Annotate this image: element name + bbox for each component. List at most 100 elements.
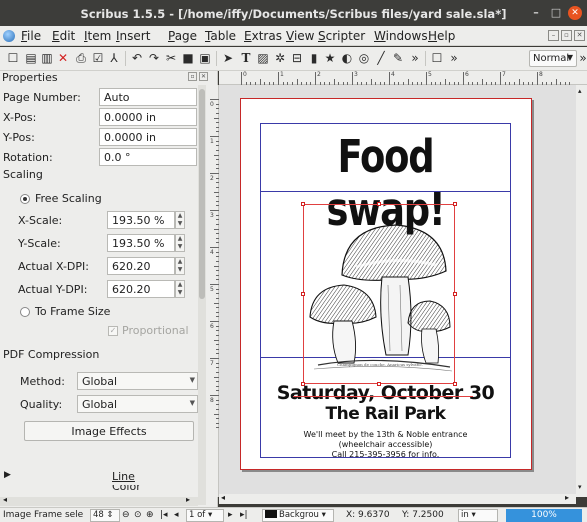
menu-scripter[interactable]: Scripter bbox=[318, 29, 365, 43]
maximize-button[interactable]: □ bbox=[549, 6, 563, 20]
select-tool-icon[interactable]: ➤ bbox=[221, 51, 235, 65]
cut-icon[interactable]: ✂ bbox=[164, 51, 178, 65]
free-scaling-radio[interactable] bbox=[20, 194, 30, 204]
mdi-minimize-icon[interactable]: – bbox=[548, 30, 559, 41]
menu-file[interactable]: File bbox=[21, 29, 41, 43]
resize-handle[interactable] bbox=[377, 202, 381, 206]
menu-item[interactable]: Item bbox=[84, 29, 111, 43]
quality-select[interactable]: Global ▼ bbox=[77, 395, 198, 413]
actual-x-dpi-field[interactable]: 620.20 bbox=[107, 257, 175, 275]
copy-icon[interactable]: ■ bbox=[181, 51, 195, 65]
actual-x-dpi-stepper[interactable]: ▲ ▼ bbox=[175, 257, 185, 275]
method-select[interactable]: Global ▼ bbox=[77, 372, 198, 390]
layer-select[interactable]: Backgrou ▾ bbox=[262, 509, 334, 522]
scroll-up-icon[interactable]: ▴ bbox=[578, 87, 582, 95]
scrollbar-thumb[interactable] bbox=[199, 89, 205, 299]
unit-select[interactable]: in ▾ bbox=[458, 509, 498, 522]
canvas-hscrollbar[interactable]: ◂ ▸ bbox=[219, 493, 576, 504]
scroll-right-icon[interactable]: ▸ bbox=[565, 493, 569, 502]
scroll-left-icon[interactable]: ◂ bbox=[3, 495, 7, 504]
export-pdf-icon[interactable]: ⅄ bbox=[107, 51, 121, 65]
properties-scrollbar[interactable] bbox=[198, 85, 206, 505]
table-icon[interactable]: ⊟ bbox=[290, 51, 304, 65]
toolbar-overflow-icon[interactable]: » bbox=[447, 51, 461, 65]
date-text-frame[interactable]: Saturday, October 30 bbox=[260, 382, 511, 404]
resize-handle[interactable] bbox=[453, 292, 457, 296]
y-scale-stepper[interactable]: ▲ ▼ bbox=[175, 234, 185, 252]
freehand-icon[interactable]: ✎ bbox=[391, 51, 405, 65]
y-scale-field[interactable]: 193.50 % bbox=[107, 234, 175, 252]
preview-icon[interactable]: ☐ bbox=[430, 51, 444, 65]
spiral-icon[interactable]: ◎ bbox=[357, 51, 371, 65]
details-text-frame[interactable]: We'll meet by the 13th & Noble entrance … bbox=[260, 430, 511, 460]
undo-icon[interactable]: ↶ bbox=[130, 51, 144, 65]
close-panel-icon[interactable]: ✕ bbox=[199, 72, 208, 81]
mdi-restore-icon[interactable]: ▫ bbox=[561, 30, 572, 41]
scroll-left-icon[interactable]: ◂ bbox=[221, 493, 225, 502]
page-number-field[interactable]: Auto bbox=[99, 88, 197, 106]
x-scale-field[interactable]: 193.50 % bbox=[107, 211, 175, 229]
open-document-icon[interactable]: ▤ bbox=[24, 51, 38, 65]
image-effects-button[interactable]: Image Effects bbox=[24, 421, 194, 441]
free-scaling-label[interactable]: Free Scaling bbox=[35, 192, 102, 205]
x-scale-stepper[interactable]: ▲ ▼ bbox=[175, 211, 185, 229]
print-icon[interactable]: ⎙ bbox=[74, 51, 88, 65]
y-pos-field[interactable]: 0.0000 in bbox=[99, 128, 197, 146]
mdi-close-icon[interactable]: ✕ bbox=[574, 30, 585, 41]
x-pos-field[interactable]: 0.0000 in bbox=[99, 108, 197, 126]
canvas-vscrollbar[interactable]: ▴ ▾ bbox=[576, 85, 587, 497]
zoom-level-field[interactable]: 100% bbox=[506, 509, 582, 522]
close-button[interactable]: ✕ bbox=[568, 6, 582, 20]
text-frame-icon[interactable]: T bbox=[239, 51, 253, 65]
resize-handle[interactable] bbox=[301, 202, 305, 206]
color-section-header[interactable]: Color bbox=[0, 485, 210, 497]
polygon-icon[interactable]: ★ bbox=[323, 51, 337, 65]
to-frame-size-radio[interactable] bbox=[20, 307, 30, 317]
zoom-step-field[interactable]: 48 ⇕ bbox=[90, 509, 120, 522]
menu-windows[interactable]: Windows bbox=[374, 29, 428, 43]
zoom-in-icon[interactable]: ⊕ bbox=[146, 510, 154, 520]
mushroom-image-frame[interactable] bbox=[301, 202, 457, 386]
last-page-icon[interactable]: ▸| bbox=[240, 510, 248, 520]
scroll-down-icon[interactable]: ▾ bbox=[578, 483, 582, 491]
scroll-right-icon[interactable]: ▸ bbox=[186, 495, 190, 504]
preflight-icon[interactable]: ☑ bbox=[91, 51, 105, 65]
close-document-icon[interactable]: ✕ bbox=[56, 51, 70, 65]
paste-icon[interactable]: ▣ bbox=[198, 51, 212, 65]
menu-extras[interactable]: Extras bbox=[244, 29, 282, 43]
new-document-icon[interactable]: ☐ bbox=[6, 51, 20, 65]
line-icon[interactable]: ╱ bbox=[374, 51, 388, 65]
menu-page[interactable]: Page bbox=[168, 29, 197, 43]
menu-insert[interactable]: Insert bbox=[116, 29, 150, 43]
redo-icon[interactable]: ↷ bbox=[147, 51, 161, 65]
document-page[interactable]: Food swap! Champignon de couche. Anaricu… bbox=[240, 98, 532, 470]
view-mode-select[interactable]: Normal ▼ bbox=[529, 50, 577, 67]
first-page-icon[interactable]: |◂ bbox=[160, 510, 168, 520]
shape-icon[interactable]: ▮ bbox=[307, 51, 321, 65]
save-icon[interactable]: ▥ bbox=[40, 51, 54, 65]
menu-view[interactable]: View bbox=[286, 29, 314, 43]
render-frame-icon[interactable]: ✲ bbox=[273, 51, 287, 65]
minimize-button[interactable]: – bbox=[529, 6, 543, 20]
image-frame-icon[interactable]: ▨ bbox=[256, 51, 270, 65]
line-section-header[interactable]: ▶ Line bbox=[0, 469, 210, 485]
menu-edit[interactable]: Edit bbox=[52, 29, 75, 43]
arc-icon[interactable]: ◐ bbox=[340, 51, 354, 65]
actual-y-dpi-field[interactable]: 620.20 bbox=[107, 280, 175, 298]
page-select[interactable]: 1 of ▾ bbox=[186, 509, 224, 522]
resize-handle[interactable] bbox=[301, 292, 305, 296]
menu-table[interactable]: Table bbox=[205, 29, 236, 43]
proportional-checkbox[interactable]: ✓ bbox=[108, 326, 118, 336]
document-canvas[interactable]: Food swap! Champignon de couche. Anaricu… bbox=[219, 85, 587, 495]
rotation-field[interactable]: 0.0 ° bbox=[99, 148, 197, 166]
toolbar-overflow-icon[interactable]: » bbox=[579, 51, 587, 65]
zoom-reset-icon[interactable]: ⊙ bbox=[134, 510, 142, 520]
toolbar-overflow-icon[interactable]: » bbox=[408, 51, 422, 65]
to-frame-size-label[interactable]: To Frame Size bbox=[35, 305, 110, 318]
actual-y-dpi-stepper[interactable]: ▲ ▼ bbox=[175, 280, 185, 298]
menu-help[interactable]: Help bbox=[428, 29, 455, 43]
zoom-out-icon[interactable]: ⊖ bbox=[122, 510, 130, 520]
next-page-icon[interactable]: ▸ bbox=[228, 510, 233, 520]
float-panel-icon[interactable]: ▫ bbox=[188, 72, 197, 81]
properties-hscrollbar[interactable]: ◂ ▸ bbox=[0, 495, 198, 506]
